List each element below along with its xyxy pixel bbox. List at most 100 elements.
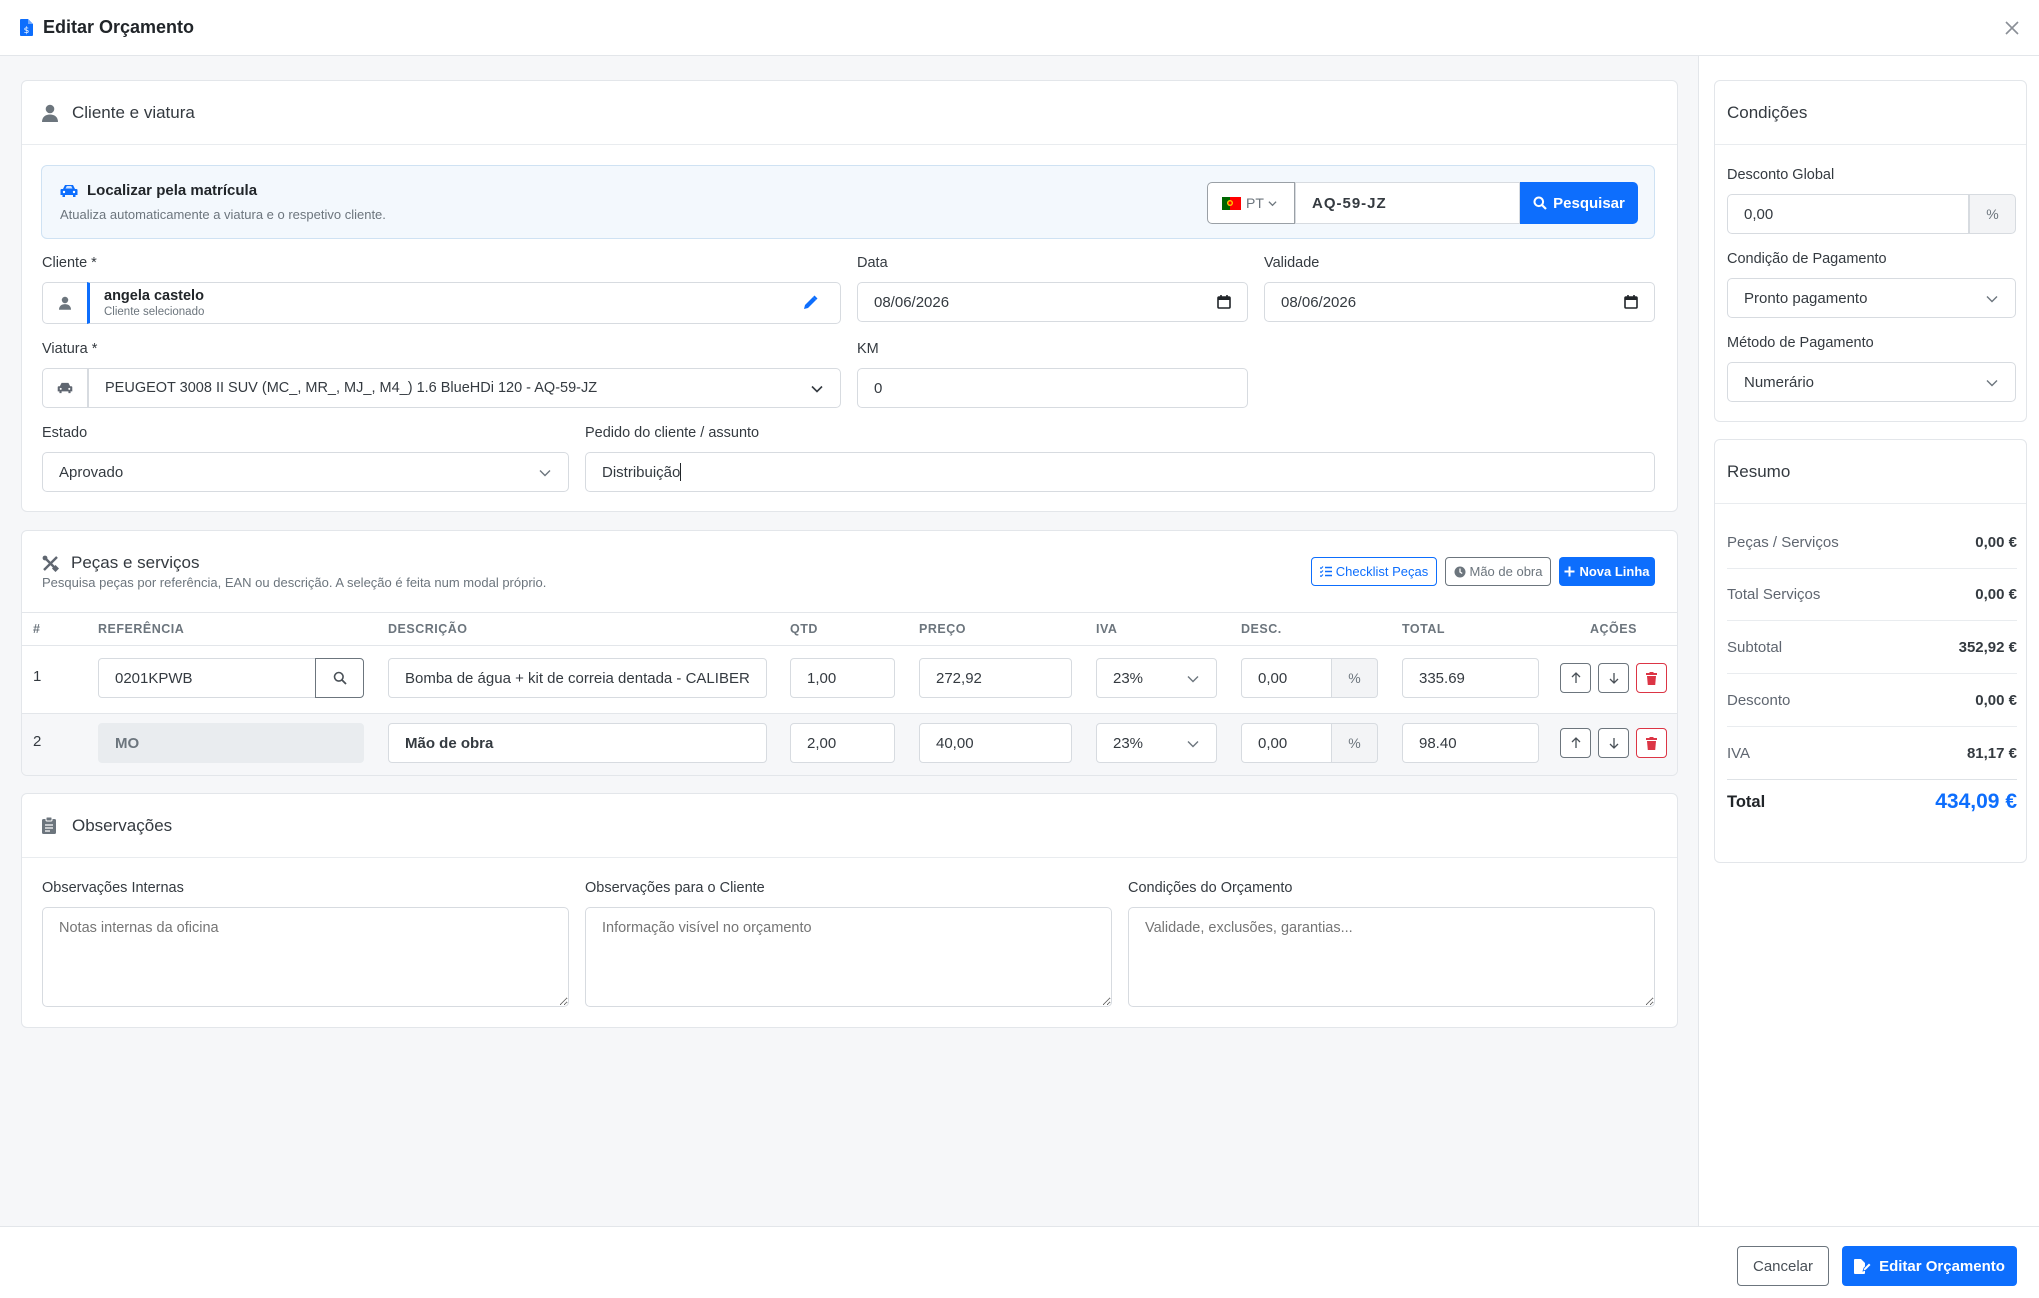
vat-select[interactable]: 23%: [1096, 723, 1217, 763]
vehicle-label: Viatura *: [42, 341, 98, 357]
calendar-icon[interactable]: [1624, 295, 1638, 309]
internal-notes-textarea[interactable]: [42, 907, 569, 1007]
move-down-button[interactable]: [1598, 663, 1629, 693]
validity-label: Validade: [1264, 255, 1320, 271]
col-vat: IVA: [1096, 622, 1118, 636]
summary-row: Total Serviços 0,00 €: [1727, 569, 2017, 621]
vehicle-addon: [42, 368, 88, 408]
chevron-down-icon: [1268, 199, 1277, 208]
discount-input[interactable]: 0,00: [1241, 658, 1332, 698]
plate-panel-subtitle: Atualiza automaticamente a viatura e o r…: [60, 207, 386, 222]
delete-row-button[interactable]: [1636, 728, 1667, 758]
client-field[interactable]: angela castelo Cliente selecionado: [87, 282, 841, 324]
col-discount: DESC.: [1241, 622, 1282, 636]
total-value: 434,09 €: [1935, 790, 2017, 813]
summary-row: IVA 81,17 €: [1727, 728, 2017, 780]
qty-input[interactable]: 1,00: [790, 658, 895, 698]
chevron-down-icon: [810, 382, 824, 396]
vat-select[interactable]: 23%: [1096, 658, 1217, 698]
parts-header: Peças e serviços: [42, 553, 200, 573]
move-up-button[interactable]: [1560, 663, 1591, 693]
card-title: Resumo: [1715, 440, 2026, 504]
checklist-parts-button[interactable]: Checklist Peças: [1311, 557, 1437, 586]
date-input[interactable]: 08/06/2026: [857, 282, 1248, 322]
total-input[interactable]: 335.69: [1402, 658, 1539, 698]
submit-edit-button[interactable]: Editar Orçamento: [1842, 1246, 2017, 1286]
summary-row: Subtotal 352,92 €: [1727, 622, 2017, 674]
vehicle-select[interactable]: PEUGEOT 3008 II SUV (MC_, MR_, MJ_, M4_)…: [88, 368, 841, 408]
clipboard-icon: [42, 816, 60, 835]
payment-condition-select[interactable]: Pronto pagamento: [1727, 278, 2016, 318]
qty-input[interactable]: 2,00: [790, 723, 895, 763]
state-select[interactable]: Aprovado: [42, 452, 569, 492]
client-subtitle: Cliente selecionado: [104, 306, 205, 318]
payment-method-select[interactable]: Numerário: [1727, 362, 2016, 402]
summary-total: Total 434,09 €: [1727, 790, 2017, 814]
col-num: #: [33, 622, 41, 636]
parts-subtitle: Pesquisa peças por referência, EAN ou de…: [42, 575, 547, 590]
date-label: Data: [857, 255, 888, 271]
modal-title: Editar Orçamento: [43, 17, 195, 37]
discount-input[interactable]: 0,00: [1241, 723, 1332, 763]
price-input[interactable]: 272,92: [919, 658, 1072, 698]
portugal-flag-icon: [1222, 196, 1241, 210]
client-notes-label: Observações para o Cliente: [585, 880, 765, 896]
card-title: Observações: [72, 815, 173, 835]
chevron-down-icon: [538, 466, 552, 480]
trash-icon: [1646, 671, 1657, 685]
move-up-button[interactable]: [1560, 728, 1591, 758]
calendar-icon[interactable]: [1217, 295, 1231, 309]
document-icon: [1854, 1258, 1872, 1274]
plate-input[interactable]: AQ-59-JZ: [1295, 182, 1520, 224]
summary-row: Desconto 0,00 €: [1727, 675, 2017, 727]
total-input[interactable]: 98.40: [1402, 723, 1539, 763]
car-icon: [57, 382, 73, 394]
payment-method-label: Método de Pagamento: [1727, 335, 1874, 351]
search-plate-button[interactable]: Pesquisar: [1520, 182, 1638, 224]
validity-input[interactable]: 08/06/2026: [1264, 282, 1655, 322]
move-down-button[interactable]: [1598, 728, 1629, 758]
chevron-down-icon: [1186, 672, 1200, 686]
trash-icon: [1646, 736, 1657, 750]
conditions-notes-textarea[interactable]: [1128, 907, 1655, 1007]
price-input[interactable]: 40,00: [919, 723, 1072, 763]
new-line-button[interactable]: Nova Linha: [1559, 557, 1655, 586]
reference-input[interactable]: 0201KPWB: [98, 658, 316, 698]
chevron-down-icon: [1985, 376, 1999, 390]
cancel-button[interactable]: Cancelar: [1737, 1246, 1829, 1286]
delete-row-button[interactable]: [1636, 663, 1667, 693]
arrow-up-icon: [1570, 672, 1582, 684]
col-qty: QTD: [790, 622, 818, 636]
request-input[interactable]: Distribuição: [585, 452, 1655, 492]
col-reference: REFERÊNCIA: [98, 622, 185, 636]
card-title: Condições: [1715, 81, 2026, 145]
description-input[interactable]: Bomba de água + kit de correia dentada -…: [388, 658, 767, 698]
description-input[interactable]: Mão de obra: [388, 723, 767, 763]
country-select[interactable]: PT: [1207, 182, 1295, 224]
edit-pencil-icon[interactable]: [802, 295, 818, 311]
percent-addon: %: [1332, 723, 1378, 763]
global-discount-input[interactable]: 0,00: [1727, 194, 1969, 234]
document-icon: $: [20, 19, 33, 36]
global-discount-label: Desconto Global: [1727, 167, 1835, 183]
col-total: TOTAL: [1402, 622, 1446, 636]
svg-text:$: $: [24, 26, 30, 36]
client-label: Cliente *: [42, 255, 97, 271]
km-input[interactable]: 0: [857, 368, 1248, 408]
reference-search-button[interactable]: [315, 658, 364, 698]
close-icon[interactable]: [2001, 17, 2023, 39]
request-label: Pedido do cliente / assunto: [585, 425, 760, 441]
list-check-icon: [1319, 566, 1332, 577]
client-notes-textarea[interactable]: [585, 907, 1112, 1007]
client-name: angela castelo: [104, 288, 204, 304]
arrow-down-icon: [1608, 672, 1620, 684]
client-addon: [42, 282, 88, 324]
labor-button[interactable]: Mão de obra: [1445, 557, 1551, 586]
car-icon: [60, 184, 78, 198]
user-icon: [42, 104, 60, 122]
card-title: Cliente e viatura: [72, 102, 195, 122]
summary-row: Peças / Serviços 0,00 €: [1727, 517, 2017, 569]
plus-icon: [1564, 566, 1575, 577]
conditions-notes-label: Condições do Orçamento: [1128, 880, 1293, 896]
col-price: PREÇO: [919, 622, 966, 636]
